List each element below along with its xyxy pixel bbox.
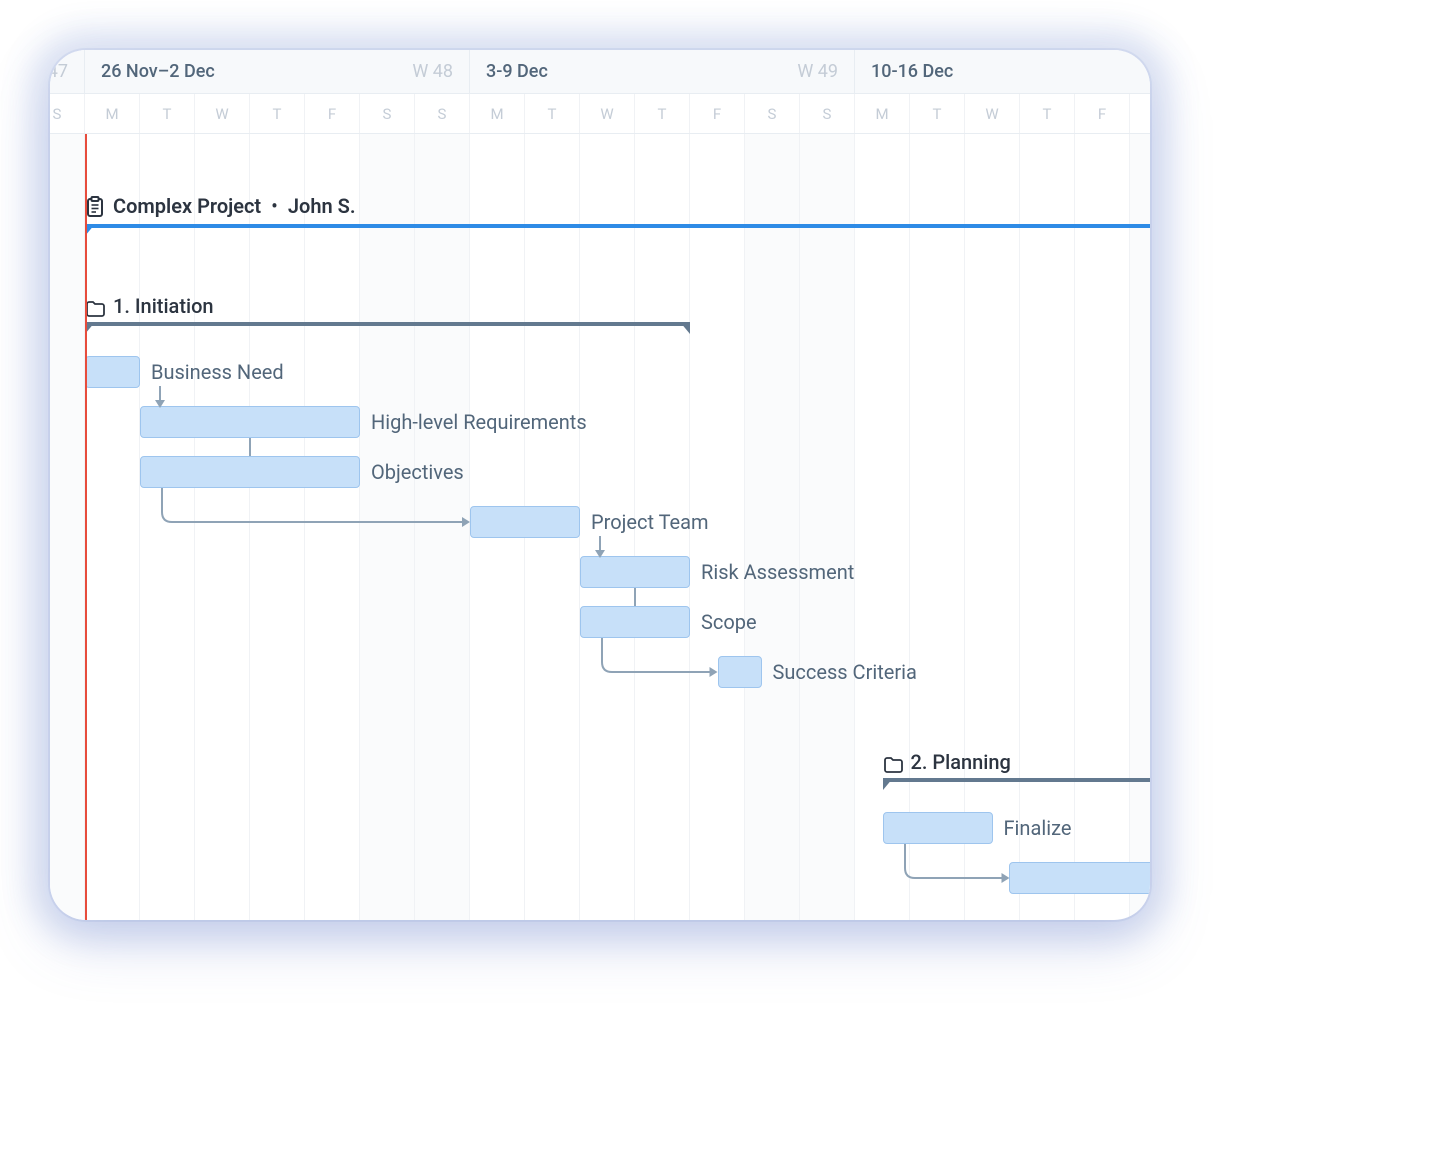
project-summary-bar[interactable] bbox=[85, 224, 1150, 234]
day-cell[interactable]: W bbox=[195, 94, 250, 133]
task-label: Finalize bbox=[1004, 816, 1072, 840]
week-number: W 49 bbox=[797, 61, 838, 82]
task-label: High-level Requirements bbox=[371, 410, 587, 434]
day-cell[interactable]: W bbox=[965, 94, 1020, 133]
task-bar[interactable]: Objectives bbox=[140, 456, 360, 488]
day-cell[interactable]: S bbox=[415, 94, 470, 133]
day-cell[interactable]: T bbox=[250, 94, 305, 133]
day-cell[interactable]: S bbox=[1130, 94, 1150, 133]
gantt-view[interactable]: 47 26 Nov–2 Dec W 48 3-9 Dec W 49 10-16 Dec S… bbox=[50, 50, 1150, 920]
day-cell[interactable]: T bbox=[140, 94, 195, 133]
clipboard-icon bbox=[85, 196, 105, 218]
today-indicator bbox=[85, 134, 87, 920]
task-row bbox=[50, 854, 1150, 904]
section-title-row[interactable]: 2. Planning bbox=[50, 728, 1150, 778]
task-bar[interactable]: High-level Requirements bbox=[140, 406, 360, 438]
project-owner: John S. bbox=[288, 194, 356, 218]
task-row: Finalize bbox=[50, 804, 1150, 854]
day-cell[interactable]: M bbox=[85, 94, 140, 133]
day-cell[interactable]: T bbox=[910, 94, 965, 133]
week-cell[interactable]: 47 bbox=[50, 50, 85, 93]
week-number: W 48 bbox=[412, 61, 453, 82]
project-title: Complex Project bbox=[113, 194, 261, 218]
timeline-weeks-header: 47 26 Nov–2 Dec W 48 3-9 Dec W 49 10-16 Dec bbox=[50, 50, 1150, 94]
task-bar[interactable] bbox=[1009, 862, 1150, 894]
gantt-body[interactable]: Complex Project • John S. 1. Initiation Busi… bbox=[50, 134, 1150, 920]
task-label: Success Criteria bbox=[773, 660, 917, 684]
day-cell[interactable]: T bbox=[525, 94, 580, 133]
task-row: Objectives bbox=[50, 448, 1150, 498]
section-summary-bar[interactable] bbox=[85, 322, 690, 332]
gantt-frame: 47 26 Nov–2 Dec W 48 3-9 Dec W 49 10-16 Dec S… bbox=[50, 50, 1150, 920]
week-number: 47 bbox=[50, 61, 68, 82]
task-row: Risk Assessment bbox=[50, 548, 1150, 598]
project-title-row[interactable]: Complex Project • John S. bbox=[50, 154, 1150, 224]
gantt-content: Complex Project • John S. 1. Initiation Busi… bbox=[50, 134, 1150, 920]
task-row: High-level Requirements bbox=[50, 398, 1150, 448]
day-cell[interactable]: S bbox=[360, 94, 415, 133]
day-cell[interactable]: F bbox=[690, 94, 745, 133]
timeline-days-header: SMTWTFSSMTWTFSSMTWTFS bbox=[50, 94, 1150, 134]
section-title: 2. Planning bbox=[911, 750, 1011, 774]
day-cell[interactable]: F bbox=[1075, 94, 1130, 133]
day-cell[interactable]: W bbox=[580, 94, 635, 133]
separator-dot: • bbox=[269, 194, 280, 218]
week-cell[interactable]: 3-9 Dec W 49 bbox=[470, 50, 855, 93]
task-bar[interactable]: Risk Assessment bbox=[580, 556, 690, 588]
task-row: Business Need bbox=[50, 348, 1150, 398]
task-row: Success Criteria bbox=[50, 648, 1150, 698]
week-range: 3-9 Dec bbox=[486, 61, 548, 82]
task-bar[interactable]: Scope bbox=[580, 606, 690, 638]
task-bar[interactable]: Business Need bbox=[85, 356, 140, 388]
task-bar[interactable]: Project Team bbox=[470, 506, 580, 538]
week-cell[interactable]: 10-16 Dec bbox=[855, 50, 1150, 93]
task-label: Business Need bbox=[151, 360, 284, 384]
folder-icon bbox=[883, 756, 903, 774]
day-cell[interactable]: M bbox=[855, 94, 910, 133]
day-cell[interactable]: F bbox=[305, 94, 360, 133]
task-label: Risk Assessment bbox=[701, 560, 854, 584]
day-cell[interactable]: T bbox=[635, 94, 690, 133]
section-summary-bar[interactable] bbox=[883, 778, 1151, 788]
week-range: 26 Nov–2 Dec bbox=[101, 61, 215, 82]
day-cell[interactable]: M bbox=[470, 94, 525, 133]
task-row: Scope bbox=[50, 598, 1150, 648]
day-cell[interactable]: S bbox=[50, 94, 85, 133]
week-range: 10-16 Dec bbox=[871, 61, 953, 82]
week-cell[interactable]: 26 Nov–2 Dec W 48 bbox=[85, 50, 470, 93]
task-bar[interactable]: Success Criteria bbox=[718, 656, 762, 688]
section-title: 1. Initiation bbox=[113, 294, 214, 318]
task-label: Scope bbox=[701, 610, 757, 634]
folder-icon bbox=[85, 300, 105, 318]
day-cell[interactable]: S bbox=[745, 94, 800, 133]
day-cell[interactable]: T bbox=[1020, 94, 1075, 133]
task-label: Project Team bbox=[591, 510, 709, 534]
task-bar[interactable]: Finalize bbox=[883, 812, 993, 844]
section-title-row[interactable]: 1. Initiation bbox=[50, 272, 1150, 322]
task-label: Objectives bbox=[371, 460, 464, 484]
day-cell[interactable]: S bbox=[800, 94, 855, 133]
task-row: Project Team bbox=[50, 498, 1150, 548]
